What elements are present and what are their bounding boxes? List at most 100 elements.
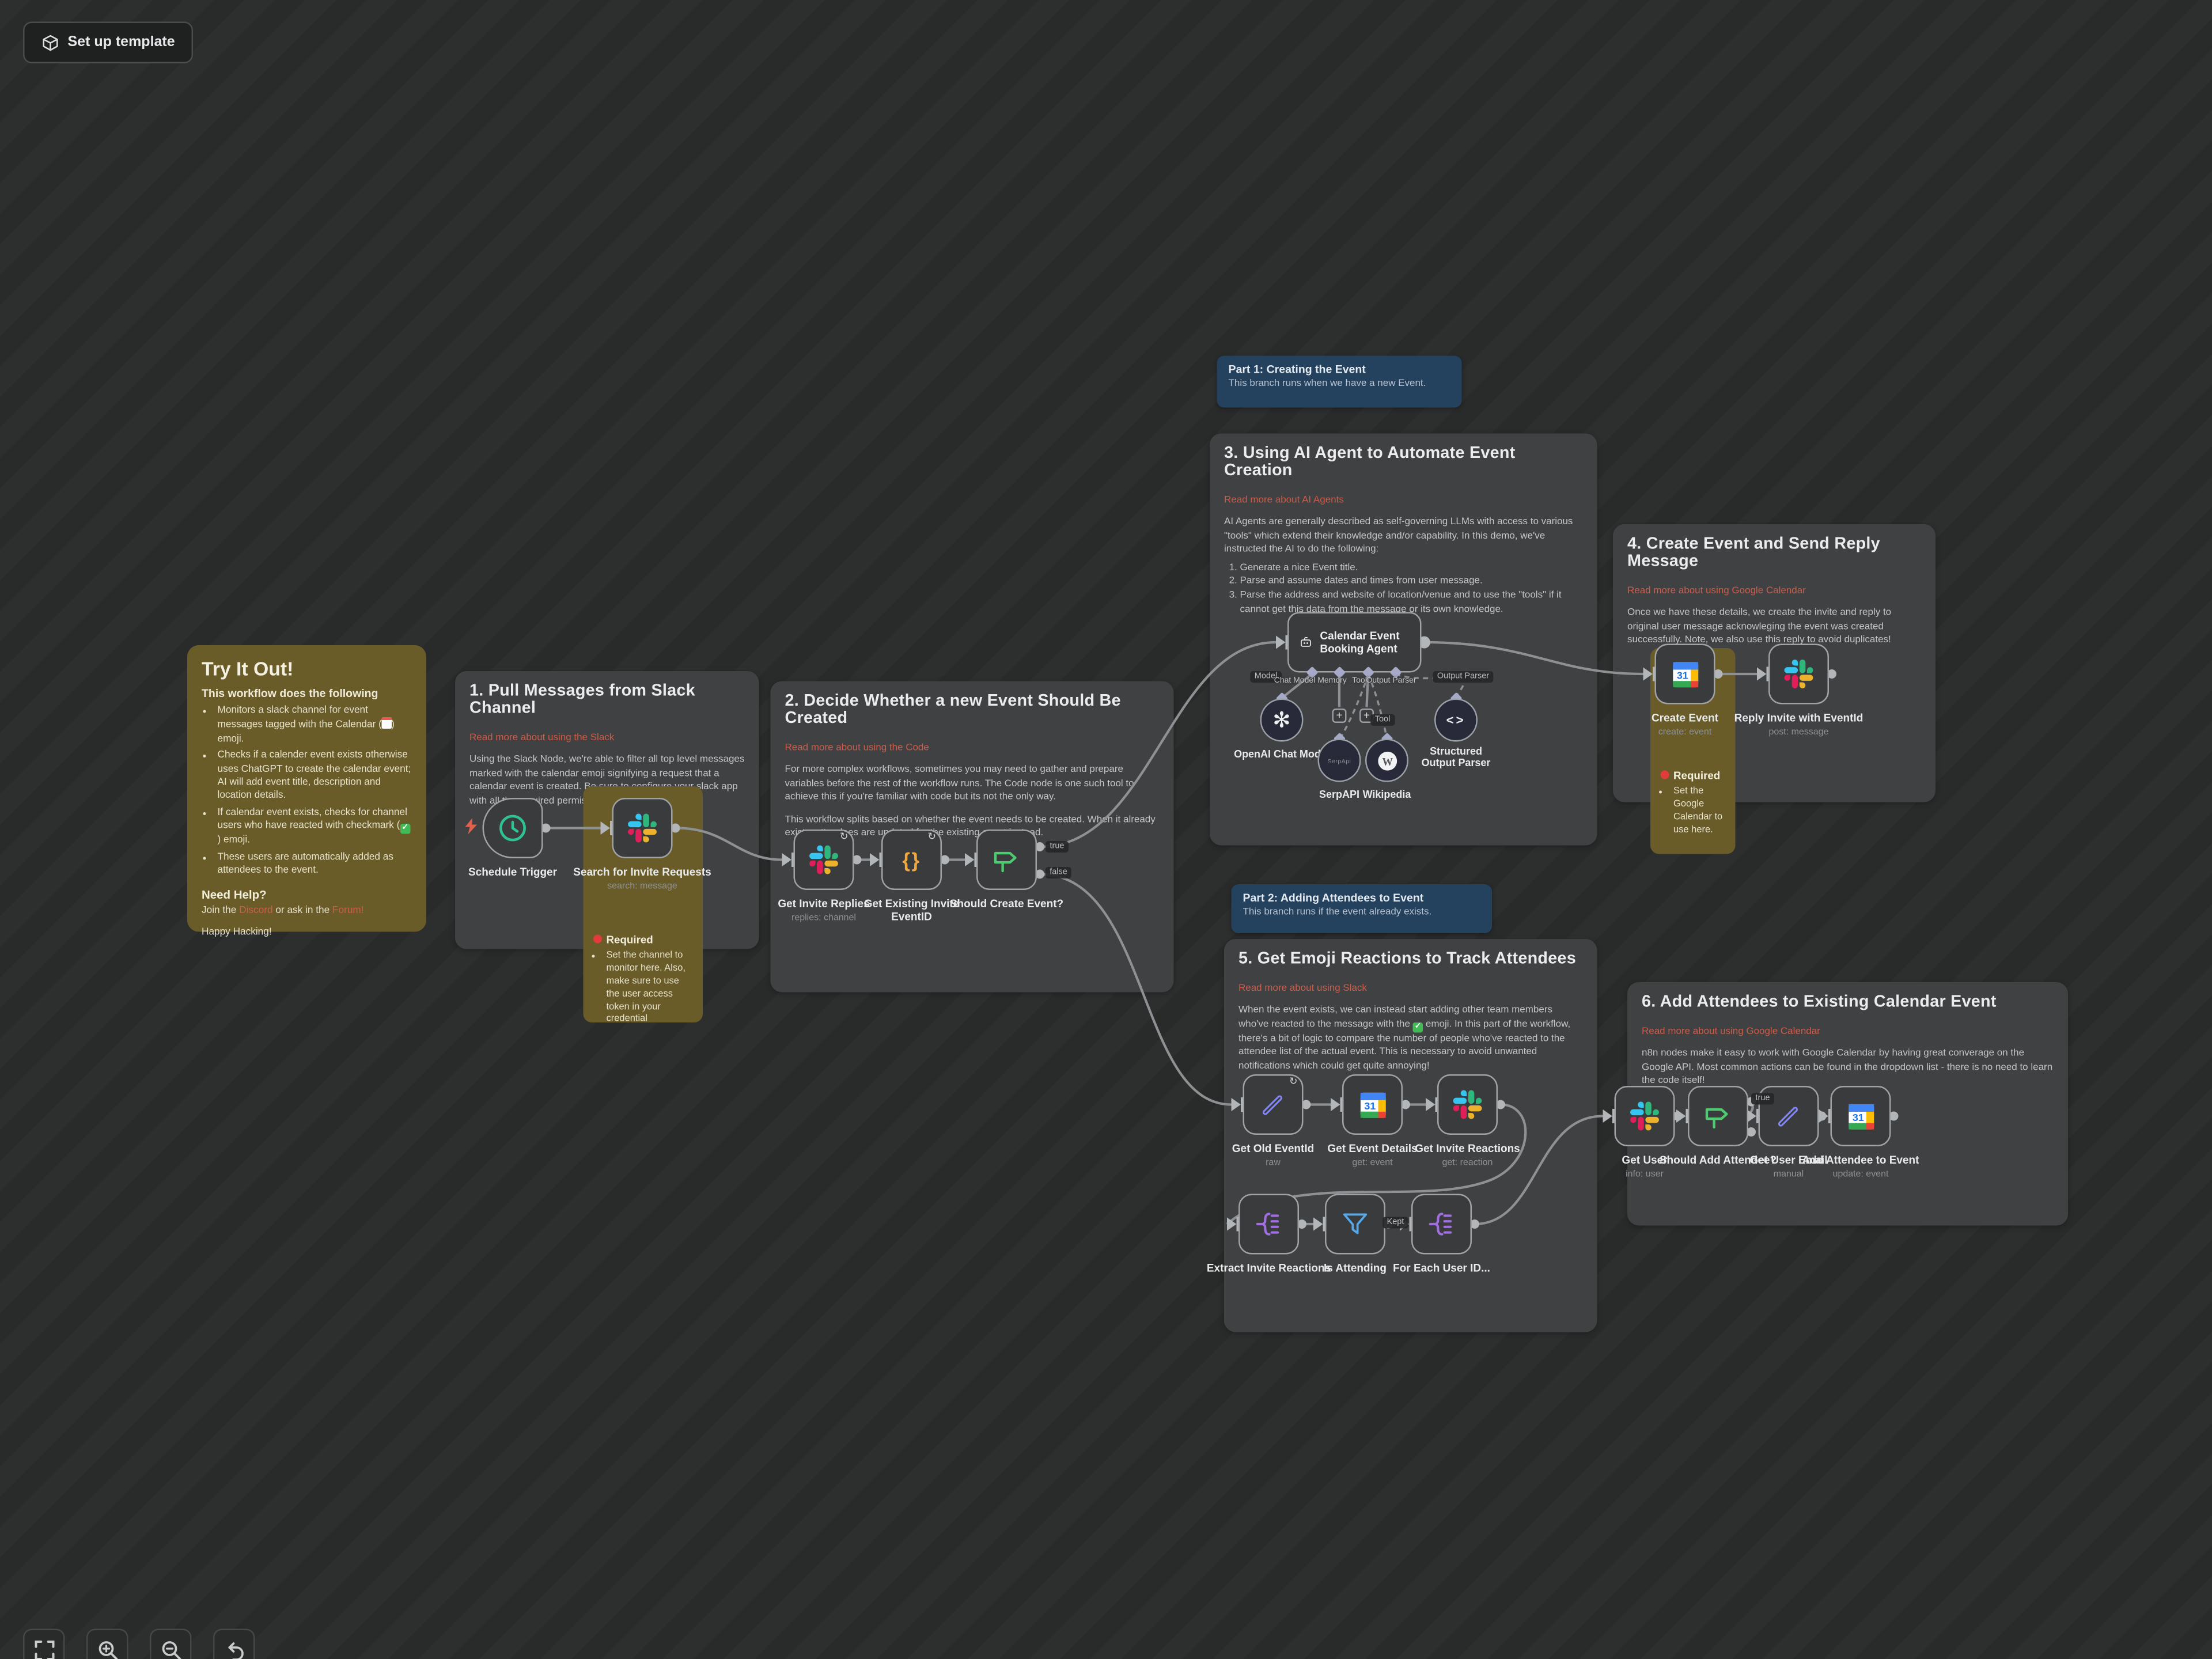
required-gcal-bullet: Set the Google Calendar to use here.	[1673, 786, 1725, 838]
edge-label-true: true	[1046, 841, 1069, 853]
check-emoji: ✓	[1413, 1022, 1423, 1032]
node-label: Wikipedia	[1336, 789, 1437, 801]
node-sublabel: get: reaction	[1399, 1158, 1537, 1169]
rotating-light-icon	[1661, 771, 1669, 779]
node-label: Should Create Event?	[938, 899, 1076, 911]
node-for-each-user-id[interactable]	[1411, 1194, 1472, 1255]
slack-icon	[809, 846, 838, 874]
zoom-out-button[interactable]	[150, 1629, 192, 1659]
zoom-in-button[interactable]	[86, 1629, 128, 1659]
node-get-existing-invite-eventid[interactable]: ↻ {}	[881, 830, 942, 890]
tryout-title: Try It Out!	[202, 658, 412, 680]
part1-body: This branch runs when we have a new Even…	[1229, 379, 1450, 389]
port-label-chat-model: Chat Model	[1274, 677, 1316, 685]
split-out-icon	[1255, 1210, 1283, 1238]
node-sublabel: post: message	[1730, 728, 1868, 738]
node-structured-output-parser[interactable]: <>	[1434, 699, 1478, 742]
node-label: Calendar Event Booking Agent	[1320, 629, 1410, 656]
forum-link[interactable]: Forum!	[332, 906, 364, 916]
undo-button[interactable]	[213, 1629, 255, 1659]
node-get-invite-reactions[interactable]	[1437, 1074, 1498, 1135]
curly-braces-icon: {}	[902, 849, 921, 872]
section1-link[interactable]: Read more about using the Slack	[469, 733, 614, 744]
robot-icon	[1299, 631, 1313, 654]
retry-icon: ↻	[1289, 1077, 1298, 1088]
node-reply-invite-with-eventid[interactable]	[1768, 644, 1829, 704]
node-serpapi[interactable]: SerpApi	[1318, 739, 1361, 782]
add-memory-button[interactable]: +	[1332, 709, 1347, 723]
node-is-attending[interactable]	[1325, 1194, 1385, 1255]
node-search-invite-requests[interactable]	[612, 798, 673, 858]
section4-body: Once we have these details, we create th…	[1627, 607, 1921, 647]
setup-template-button[interactable]: Set up template	[23, 22, 194, 64]
section3-body: AI Agents are generally described as sel…	[1224, 516, 1583, 556]
openai-icon: ✻	[1272, 709, 1290, 731]
node-should-add-attendee[interactable]	[1688, 1086, 1748, 1146]
section3-title: 3. Using AI Agent to Automate Event Crea…	[1224, 445, 1583, 480]
required-gcal-title: Required	[1661, 769, 1726, 782]
node-calendar-event-booking-agent[interactable]: Calendar Event Booking Agent	[1287, 612, 1422, 673]
node-extract-invite-reactions[interactable]	[1238, 1194, 1299, 1255]
node-label: Get Invite Reactions	[1399, 1143, 1537, 1156]
check-emoji: ✓	[400, 824, 410, 834]
google-calendar-icon	[1846, 1101, 1876, 1131]
fit-view-button[interactable]	[23, 1629, 65, 1659]
zoom-in-icon	[97, 1639, 118, 1659]
google-calendar-icon	[1670, 659, 1700, 690]
tryout-bullets: Monitors a slack channel for event messa…	[202, 704, 412, 878]
node-get-user[interactable]	[1615, 1086, 1675, 1146]
node-label: Search for Invite Requests	[573, 867, 711, 880]
section6-title: 6. Add Attendees to Existing Calendar Ev…	[1642, 994, 2054, 1011]
part2-body: This branch runs if the event already ex…	[1243, 907, 1481, 918]
tryout-subtitle: This workflow does the following	[202, 687, 412, 700]
sticky-try-it-out[interactable]: Try It Out! This workflow does the follo…	[187, 645, 426, 932]
need-help-text: Join the Discord or ask in the Forum!	[202, 906, 412, 916]
wikipedia-icon: W	[1376, 749, 1398, 771]
section6-body: n8n nodes make it easy to work with Goog…	[1642, 1047, 2054, 1088]
slack-icon	[1630, 1102, 1659, 1131]
pencil-icon	[1259, 1090, 1287, 1119]
rotating-light-icon	[593, 935, 602, 944]
port-label-output-parser: Output Parser	[1366, 677, 1416, 685]
port-label-memory: Memory	[1317, 677, 1347, 685]
node-schedule-trigger[interactable]	[483, 798, 543, 858]
part1-title: Part 1: Creating the Event	[1229, 363, 1450, 376]
slack-icon	[1453, 1090, 1482, 1119]
section3-link[interactable]: Read more about AI Agents	[1224, 495, 1344, 506]
discord-link[interactable]: Discord	[239, 906, 272, 916]
node-get-old-eventid[interactable]: ↻	[1243, 1074, 1304, 1135]
signpost-icon	[1702, 1100, 1734, 1132]
section4-title: 4. Create Event and Send Reply Message	[1627, 536, 1921, 570]
workflow-canvas[interactable]: Set up template Try It Out! This workflo…	[0, 0, 2212, 1659]
happy-hacking: Happy Hacking!	[202, 928, 412, 938]
node-get-invite-replies[interactable]: ↻	[794, 830, 854, 890]
node-label: Structured Output Parser	[1416, 746, 1497, 770]
part2-title: Part 2: Adding Attendees to Event	[1243, 892, 1481, 905]
node-create-event[interactable]	[1655, 644, 1715, 704]
split-out-icon	[1427, 1210, 1456, 1238]
svg-text:W: W	[1381, 755, 1392, 767]
node-wikipedia[interactable]: W	[1365, 739, 1408, 782]
serpapi-icon: SerpApi	[1328, 757, 1351, 764]
need-help-heading: Need Help?	[202, 889, 412, 902]
node-add-attendee-to-event[interactable]	[1831, 1086, 1891, 1146]
sticky-part1[interactable]: Part 1: Creating the Event This branch r…	[1217, 356, 1462, 408]
section2-body-1: For more complex workflows, sometimes yo…	[785, 763, 1160, 804]
section5-body: When the event exists, we can instead st…	[1238, 1004, 1583, 1073]
required-slack-bullet: Set the channel to monitor here. Also, m…	[607, 950, 693, 1027]
node-sublabel: update: event	[1791, 1170, 1930, 1180]
node-should-create-event[interactable]	[976, 830, 1037, 890]
section5-title: 5. Get Emoji Reactions to Track Attendee…	[1238, 950, 1583, 968]
section4-link[interactable]: Read more about using Google Calendar	[1627, 586, 1806, 597]
edge-label-kept: Kept	[1382, 1217, 1408, 1229]
retry-icon: ↻	[840, 832, 849, 843]
sticky-part2[interactable]: Part 2: Adding Attendees to Event This b…	[1232, 884, 1493, 933]
port-pill-output-parser: Output Parser	[1433, 671, 1493, 683]
funnel-icon	[1341, 1210, 1370, 1238]
section2-link[interactable]: Read more about using the Code	[785, 743, 929, 753]
node-openai-chat-model[interactable]: ✻	[1260, 699, 1304, 742]
node-get-event-details[interactable]	[1342, 1074, 1403, 1135]
section6-link[interactable]: Read more about using Google Calendar	[1642, 1027, 1820, 1037]
node-label: For Each User ID...	[1373, 1263, 1511, 1276]
section5-link[interactable]: Read more about using Slack	[1238, 984, 1367, 994]
